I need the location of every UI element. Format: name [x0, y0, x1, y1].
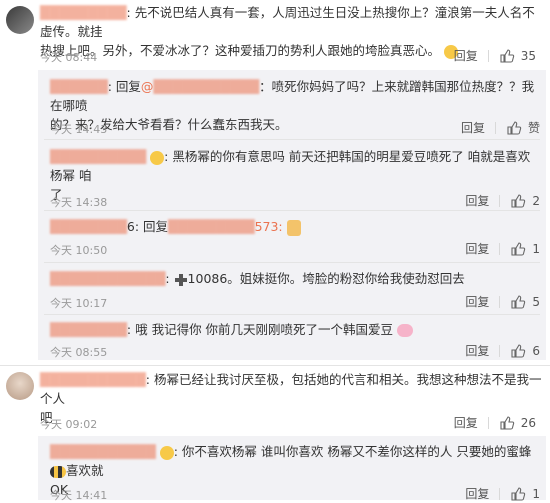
thumbs-up-icon[interactable] [510, 294, 526, 310]
timestamp: 今天 09:02 [40, 418, 98, 431]
divider [499, 295, 501, 308]
reply-button[interactable]: 回复 [465, 192, 489, 209]
reply-item: ███████████ : 你不喜欢杨幂 谁叫你喜欢 杨幂又不差你这样的人 只要… [38, 436, 546, 502]
thumbs-up-icon[interactable] [510, 193, 526, 209]
reply-text: ████████6: 回复█████████573: [50, 217, 540, 236]
mention-username[interactable]: ███████████ [153, 79, 259, 94]
divider [487, 416, 489, 429]
reply-button[interactable]: 回复 [465, 293, 489, 310]
reply-button[interactable]: 回复 [461, 119, 485, 136]
username[interactable]: ██████████ [50, 149, 146, 164]
timestamp: 今天 10:17 [50, 297, 108, 310]
reply-button[interactable]: 回复 [465, 485, 489, 502]
divider [44, 262, 540, 263]
divider [494, 121, 496, 134]
divider [44, 314, 540, 315]
thumbs-up-icon[interactable] [506, 120, 522, 136]
divider [499, 344, 501, 357]
avatar[interactable] [6, 372, 34, 400]
reply-list: ███████████ : 你不喜欢杨幂 谁叫你喜欢 杨幂又不差你这样的人 只要… [38, 436, 546, 502]
divider [499, 487, 501, 500]
reply-list: ██████: 回复@███████████：喷死你妈妈了吗？上来就蹭韩国那位热… [38, 70, 546, 360]
username[interactable]: ██████ [50, 79, 108, 94]
divider [44, 139, 540, 140]
comment-actions: 回复 35 [454, 47, 536, 64]
reply-text: ████████: 哦 我记得你 你前几天刚刚喷死了一个韩国爱豆 [50, 320, 540, 339]
reply-actions: 回复 1 [465, 485, 540, 502]
reply-actions: 回复 6 [465, 342, 540, 359]
username[interactable]: ████████ [50, 322, 127, 337]
thumbs-up-icon[interactable] [510, 343, 526, 359]
reply-button[interactable]: 回复 [465, 342, 489, 359]
reply-button[interactable]: 回复 [454, 47, 478, 64]
like-count: 26 [520, 415, 536, 430]
like-count: 1 [532, 486, 540, 501]
thumbs-up-icon[interactable] [510, 486, 526, 502]
reply-button[interactable]: 回复 [465, 240, 489, 257]
timestamp: 今天 14:38 [50, 196, 108, 209]
timestamp: 今天 08:44 [40, 51, 98, 64]
divider [499, 194, 501, 207]
reply-item: ████████: 哦 我记得你 你前几天刚刚喷死了一个韩国爱豆 今天 08:5… [38, 317, 546, 360]
like-label[interactable]: 赞 [528, 119, 540, 136]
mention-username[interactable]: █████████ [168, 219, 255, 234]
emoji-icon [150, 150, 165, 165]
comment-thread: █████████: 先不说巴结人真有一套，人周迅过生日没上热搜你上？潼浪第一夫… [0, 0, 550, 502]
timestamp: 今天 08:55 [50, 346, 108, 359]
like-count: 6 [532, 343, 540, 358]
timestamp: 今天 14:43 [50, 123, 108, 136]
thumbs-up-icon[interactable] [510, 241, 526, 257]
mention-link[interactable]: @ [141, 79, 154, 94]
reply-actions: 回复 2 [465, 192, 540, 209]
reply-item: ████████████: 10086。姐妹挺你。垮脸的粉怼你给我使劲怼回去 今… [38, 265, 546, 310]
comment-actions: 回复 26 [454, 414, 536, 431]
comment-item: ███████████: 杨幂已经让我讨厌至极，包括她的代言和相关。我想这种想法… [0, 368, 550, 431]
timestamp: 今天 10:50 [50, 244, 108, 257]
hand-emoji-icon [286, 219, 301, 236]
reply-actions: 回复 1 [465, 240, 540, 257]
cross-emoji-icon [174, 273, 187, 286]
username[interactable]: ███████████ [40, 372, 146, 387]
thumbs-up-icon[interactable] [499, 48, 515, 64]
reply-actions: 回复 5 [465, 293, 540, 310]
like-count: 2 [532, 193, 540, 208]
bee-emoji-icon [50, 465, 66, 478]
username[interactable]: ████████ [50, 219, 127, 234]
reply-text: ████████████: 10086。姐妹挺你。垮脸的粉怼你给我使劲怼回去 [50, 271, 465, 286]
divider [487, 49, 489, 62]
username[interactable]: ████████████ [50, 271, 165, 286]
reply-button[interactable]: 回复 [454, 414, 478, 431]
divider [0, 365, 550, 366]
like-count: 35 [520, 48, 536, 63]
emoji-icon [159, 445, 174, 460]
timestamp: 今天 14:41 [50, 489, 108, 502]
reply-item: ████████6: 回复█████████573: 今天 10:50 回复 1 [38, 213, 546, 258]
username[interactable]: ███████████ [50, 444, 156, 459]
divider [499, 242, 501, 255]
mention-link[interactable]: 573: [255, 219, 283, 234]
reply-item: ██████████ : 黑杨幂的你有意思吗 前天还把韩国的明星爱豆喷死了 咱就… [38, 142, 546, 209]
like-count: 1 [532, 241, 540, 256]
like-count: 5 [532, 294, 540, 309]
username[interactable]: █████████ [40, 5, 127, 20]
avatar[interactable] [6, 6, 34, 34]
reply-item: ██████: 回复@███████████：喷死你妈妈了吗？上来就蹭韩国那位热… [38, 70, 546, 136]
comment-item: █████████: 先不说巴结人真有一套，人周迅过生日没上热搜你上？潼浪第一夫… [0, 0, 550, 64]
pig-emoji-icon [397, 324, 414, 337]
reply-actions: 回复 赞 [461, 119, 540, 136]
thumbs-up-icon[interactable] [499, 415, 515, 431]
divider [44, 210, 540, 211]
